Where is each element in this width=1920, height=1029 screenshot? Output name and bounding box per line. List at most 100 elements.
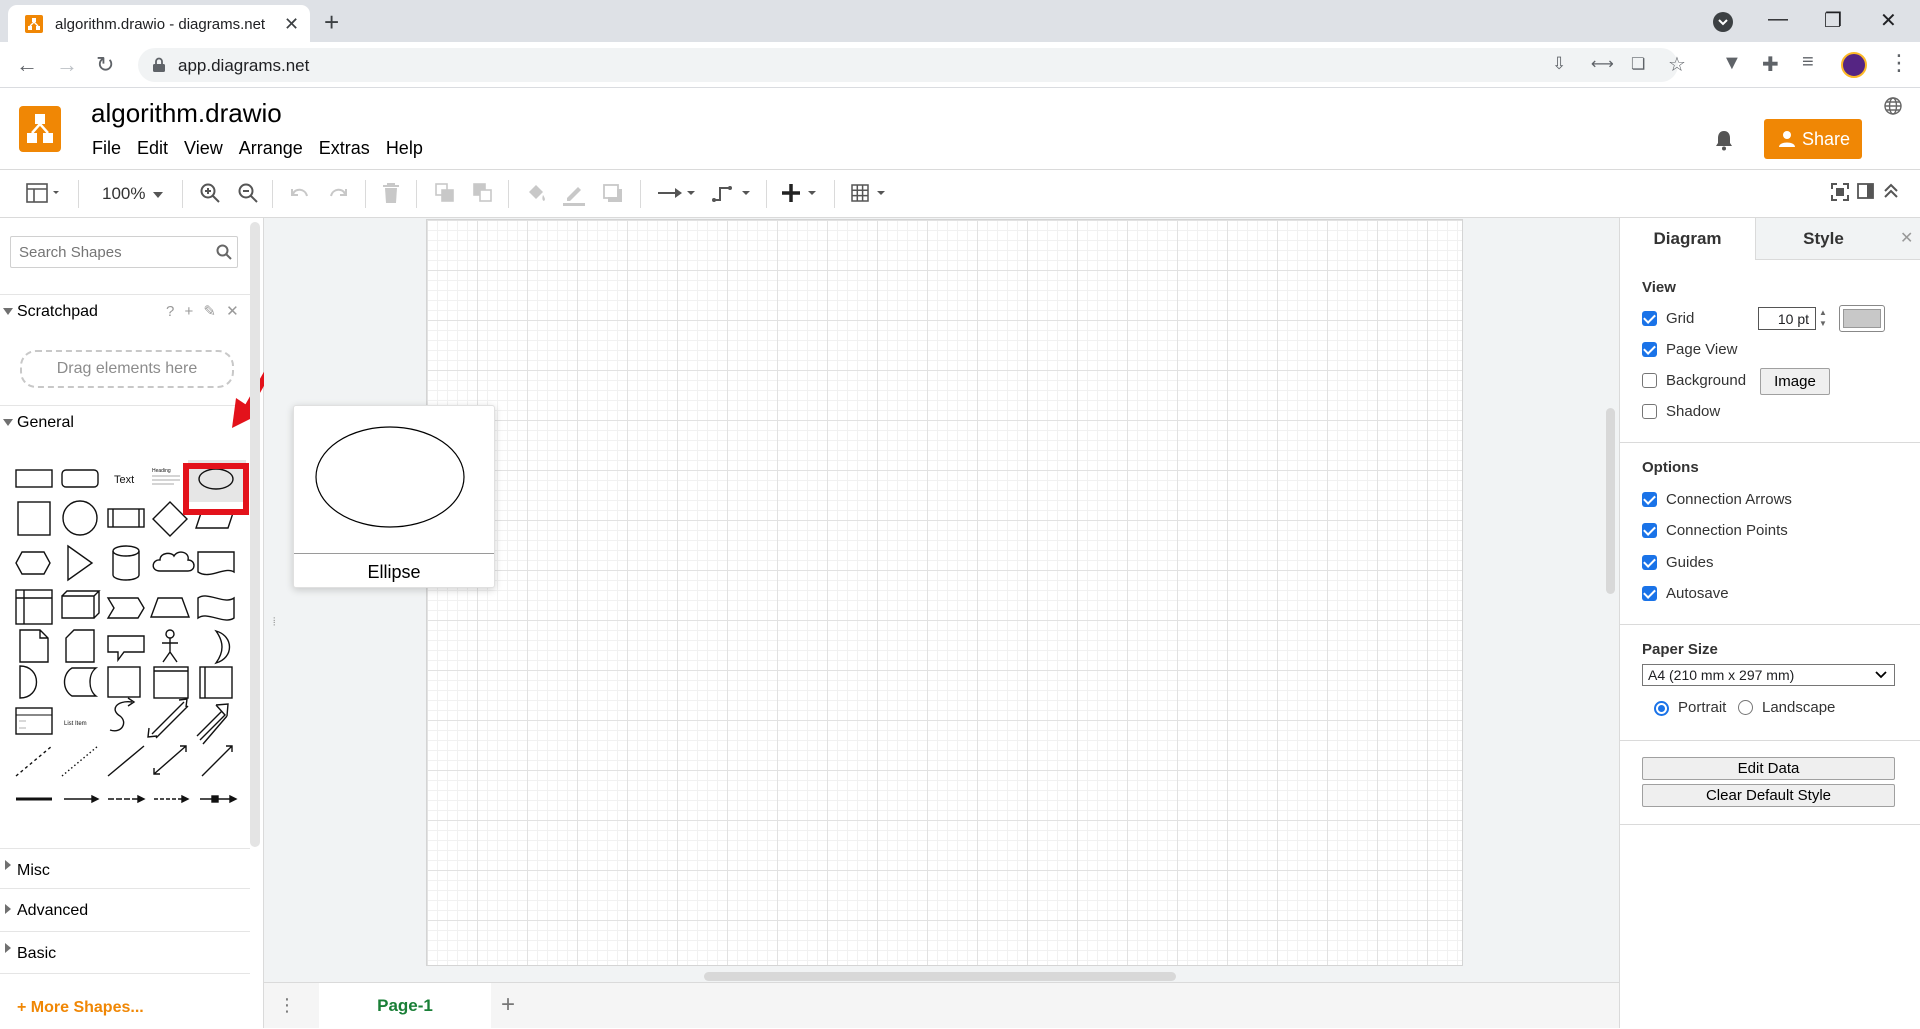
language-globe-icon[interactable] xyxy=(1883,96,1903,116)
shape-triangle[interactable] xyxy=(67,544,94,582)
shape-line[interactable] xyxy=(107,745,145,777)
menu-file[interactable]: File xyxy=(84,138,129,159)
shape-connector-3[interactable] xyxy=(154,794,190,804)
add-page-icon[interactable]: + xyxy=(501,991,515,1019)
shape-bidirectional-connector[interactable] xyxy=(153,745,187,775)
grid-size-input[interactable]: 10 pt xyxy=(1758,307,1816,330)
extension-shield-icon[interactable]: ▼ xyxy=(1722,52,1742,75)
shape-step[interactable] xyxy=(106,597,145,619)
close-tab-icon[interactable]: ✕ xyxy=(284,14,299,35)
table-icon[interactable] xyxy=(851,182,891,204)
delete-trash-icon[interactable] xyxy=(381,182,401,204)
forward-icon[interactable]: → xyxy=(56,52,78,78)
landscape-radio[interactable] xyxy=(1738,700,1753,715)
shape-hexagon[interactable] xyxy=(15,551,51,575)
shape-connector-2[interactable] xyxy=(108,794,146,804)
grid-checkbox[interactable] xyxy=(1642,311,1657,326)
shape-tape[interactable] xyxy=(197,595,235,621)
shape-swimlane[interactable] xyxy=(199,666,233,699)
shape-textbox[interactable]: Heading xyxy=(152,468,180,485)
media-control-icon[interactable]: ≡ xyxy=(1802,51,1814,74)
back-icon[interactable]: ← xyxy=(16,52,38,78)
shape-or[interactable] xyxy=(214,629,231,665)
format-panel-toggle-icon[interactable] xyxy=(26,182,60,204)
shape-cylinder[interactable] xyxy=(112,545,140,581)
fill-color-icon[interactable] xyxy=(525,182,547,204)
toggle-format-panel-icon[interactable] xyxy=(1857,182,1875,200)
waypoints-icon[interactable] xyxy=(712,182,754,204)
shape-dashed-line[interactable] xyxy=(15,745,53,777)
browser-menu-icon[interactable]: ⋮ xyxy=(1888,50,1910,76)
insert-plus-icon[interactable] xyxy=(782,182,822,204)
omnibox[interactable]: app.diagrams.net ⇩ ⟷ ❏ ☆ xyxy=(138,48,1686,82)
share-button[interactable]: Share xyxy=(1764,119,1862,159)
scratchpad-tools-icons[interactable]: ? + ✎ ✕ xyxy=(166,302,242,320)
pages-menu-icon[interactable]: ⋮ xyxy=(278,995,296,1016)
shape-list[interactable] xyxy=(15,707,53,735)
shape-delay[interactable] xyxy=(19,665,37,699)
shape-circle[interactable] xyxy=(62,500,98,536)
general-section-header[interactable]: General xyxy=(0,405,250,439)
scratchpad-dropzone[interactable]: Drag elements here xyxy=(20,350,234,388)
shape-list-item[interactable]: List Item xyxy=(64,721,87,727)
minimize-icon[interactable]: — xyxy=(1768,8,1788,31)
zoom-dropdown-chevron-icon[interactable] xyxy=(153,192,163,198)
tab-search-icon[interactable] xyxy=(1713,12,1733,32)
image-button[interactable]: Image xyxy=(1760,368,1830,395)
portrait-radio[interactable] xyxy=(1654,701,1669,716)
profile-avatar[interactable] xyxy=(1841,52,1867,78)
undo-icon[interactable] xyxy=(289,182,311,204)
shape-curve[interactable] xyxy=(109,697,136,732)
zoom-in-icon[interactable] xyxy=(199,182,221,204)
menu-arrange[interactable]: Arrange xyxy=(231,138,311,159)
autosave-checkbox[interactable] xyxy=(1642,586,1657,601)
reload-icon[interactable]: ↻ xyxy=(96,52,114,78)
advanced-section-header[interactable]: Advanced xyxy=(0,888,250,931)
collapse-chevron-up-icon[interactable] xyxy=(1882,182,1900,200)
new-tab-icon[interactable]: + xyxy=(324,7,339,38)
guides-checkbox[interactable] xyxy=(1642,555,1657,570)
shape-text[interactable]: Text xyxy=(114,474,134,486)
shape-rounded-rectangle[interactable] xyxy=(61,469,99,488)
shape-square[interactable] xyxy=(17,501,51,536)
menu-extras[interactable]: Extras xyxy=(311,138,378,159)
paper-size-select[interactable]: A4 (210 mm x 297 mm) xyxy=(1642,664,1895,686)
search-shapes-input[interactable] xyxy=(19,238,209,266)
scratchpad-section-header[interactable]: Scratchpad ? + ✎ ✕ xyxy=(0,294,250,328)
shape-actor[interactable] xyxy=(162,629,178,663)
shape-internal-storage[interactable] xyxy=(15,589,53,625)
close-window-icon[interactable]: ✕ xyxy=(1880,8,1897,33)
fullscreen-icon[interactable] xyxy=(1830,182,1850,202)
shape-callout[interactable] xyxy=(107,635,145,663)
extensions-puzzle-icon[interactable]: ✚ xyxy=(1762,52,1779,77)
connection-arrows-checkbox[interactable] xyxy=(1642,492,1657,507)
install-app-icon[interactable]: ⇩ xyxy=(1552,54,1566,74)
redo-icon[interactable] xyxy=(327,182,349,204)
shape-cube[interactable] xyxy=(61,590,101,619)
to-back-icon[interactable] xyxy=(472,182,494,204)
search-icon[interactable] xyxy=(216,244,232,260)
menu-view[interactable]: View xyxy=(176,138,231,159)
notification-bell-icon[interactable] xyxy=(1714,129,1734,151)
more-shapes-button[interactable]: + More Shapes... xyxy=(17,999,144,1017)
menu-help[interactable]: Help xyxy=(378,138,431,159)
close-panel-icon[interactable]: ✕ xyxy=(1900,228,1913,248)
shape-directional-connector[interactable] xyxy=(201,745,233,777)
connection-style-icon[interactable] xyxy=(657,182,697,204)
clear-default-style-button[interactable]: Clear Default Style xyxy=(1642,784,1895,807)
shape-connector-4[interactable] xyxy=(200,794,238,804)
sidebar-scrollbar[interactable] xyxy=(250,222,260,847)
edit-data-button[interactable]: Edit Data xyxy=(1642,757,1895,780)
shape-diamond[interactable] xyxy=(152,501,188,537)
misc-section-header[interactable]: Misc xyxy=(0,848,250,888)
vertical-scrollbar[interactable] xyxy=(1606,408,1615,594)
shape-dotted-line[interactable] xyxy=(61,745,99,777)
to-front-icon[interactable] xyxy=(434,182,456,204)
translate-icon[interactable]: ⟷ xyxy=(1591,54,1614,74)
horizontal-scrollbar[interactable] xyxy=(704,972,1176,981)
shape-container[interactable] xyxy=(153,666,189,699)
shape-note[interactable] xyxy=(19,629,49,663)
shadow-icon[interactable] xyxy=(602,182,624,204)
shape-bidirectional-arrow[interactable] xyxy=(147,698,189,739)
document-title[interactable]: algorithm.drawio xyxy=(91,98,282,129)
